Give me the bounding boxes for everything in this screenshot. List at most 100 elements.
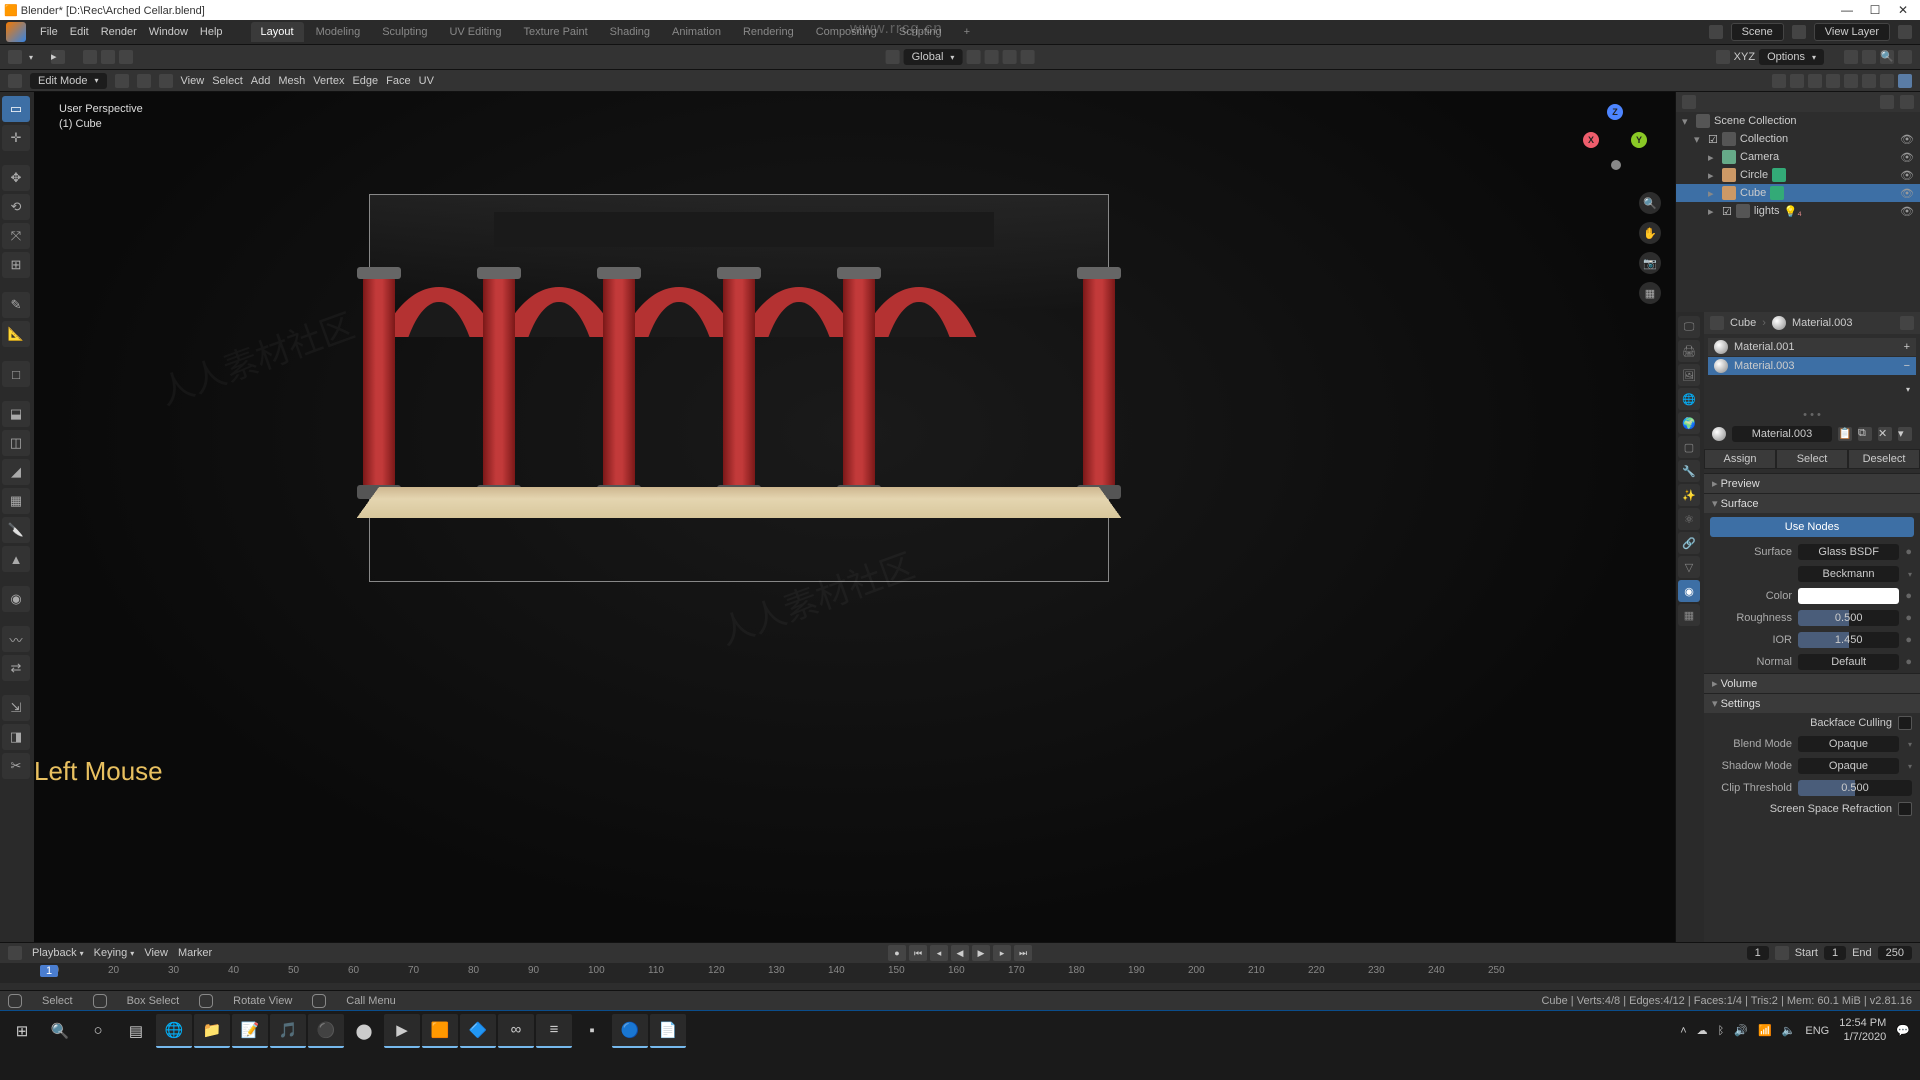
viewlayer-field[interactable]: View Layer (1814, 23, 1890, 41)
orientation-icon[interactable] (886, 50, 900, 64)
tray-net-icon[interactable]: 🔊 (1734, 1024, 1748, 1037)
surface-shader-dropdown[interactable]: Glass BSDF (1798, 544, 1899, 560)
shade-solid-icon[interactable] (1862, 74, 1876, 88)
close-button[interactable]: ✕ (1890, 1, 1916, 19)
select-box-tool[interactable]: ▭ (2, 96, 30, 122)
pan-nav-icon[interactable]: ✋ (1639, 222, 1661, 244)
tray-wifi-icon[interactable]: 📶 (1758, 1024, 1772, 1037)
editor-type-icon[interactable] (1844, 50, 1858, 64)
tab-layout[interactable]: Layout (251, 22, 304, 42)
shade-wire-icon[interactable] (1844, 74, 1858, 88)
distribution-dropdown[interactable]: Beckmann (1798, 566, 1899, 582)
tray-bt-icon[interactable]: ᛒ (1718, 1025, 1725, 1037)
mat-name-field[interactable]: Material.003 (1732, 426, 1832, 442)
camera-nav-icon[interactable]: 📷 (1639, 252, 1661, 274)
color-swatch[interactable] (1798, 588, 1899, 604)
loopcut-tool[interactable]: ▦ (2, 488, 30, 514)
mat-nodes-icon[interactable]: ▾ (1898, 427, 1912, 441)
shear-tool[interactable]: ◨ (2, 724, 30, 750)
filter-outliner-icon[interactable] (1898, 50, 1912, 64)
xray-icon[interactable] (1826, 74, 1840, 88)
vs-icon[interactable]: ∞ (498, 1014, 534, 1048)
section-preview[interactable]: Preview (1704, 473, 1920, 493)
header-uv[interactable]: UV (419, 75, 434, 87)
mat-new-icon[interactable]: 📋 (1838, 427, 1852, 441)
outliner-scene-collection[interactable]: ▾Scene Collection (1676, 112, 1920, 130)
play-rev-icon[interactable]: ◀ (951, 945, 969, 961)
outliner-type-icon[interactable] (1682, 95, 1696, 109)
proptab-mesh[interactable]: ▽ (1678, 556, 1700, 578)
blendmode-dropdown[interactable]: Opaque (1798, 736, 1899, 752)
3d-viewport[interactable]: User Perspective (1) Cube Left Mouse Z Y… (34, 92, 1675, 942)
current-frame-field[interactable]: 1 (1747, 946, 1769, 960)
media-icon[interactable]: 🎵 (270, 1014, 306, 1048)
tab-modeling[interactable]: Modeling (306, 22, 371, 42)
mat-browse-icon[interactable] (1712, 427, 1726, 441)
proptab-constraint[interactable]: 🔗 (1678, 532, 1700, 554)
mat-assign-button[interactable]: Assign (1704, 449, 1776, 469)
outliner-search-icon[interactable] (1880, 95, 1894, 109)
proptab-texture[interactable]: ▦ (1678, 604, 1700, 626)
header-mesh[interactable]: Mesh (278, 75, 305, 87)
tray-lang[interactable]: ENG (1805, 1025, 1829, 1037)
gizmo-vis-icon[interactable] (1790, 74, 1804, 88)
rip-tool[interactable]: ✂ (2, 753, 30, 779)
search-icon[interactable]: 🔍 (1880, 50, 1894, 64)
obs-icon[interactable]: ⚫ (308, 1014, 344, 1048)
outliner-filter-icon[interactable] (1900, 95, 1914, 109)
menu-edit[interactable]: Edit (70, 26, 89, 38)
sel-box3-icon[interactable] (119, 50, 133, 64)
move-tool[interactable]: ✥ (2, 165, 30, 191)
explorer-icon[interactable]: 📁 (194, 1014, 230, 1048)
tab-sculpting[interactable]: Sculpting (372, 22, 437, 42)
tool-dropdown[interactable] (26, 51, 33, 63)
tl-playback[interactable]: Playback (32, 947, 84, 959)
proptab-physics[interactable]: ⚛ (1678, 508, 1700, 530)
use-nodes-button[interactable]: Use Nodes (1710, 517, 1914, 537)
play-icon[interactable]: ▶ (972, 945, 990, 961)
add-cube-tool[interactable]: □ (2, 361, 30, 387)
jump-start-icon[interactable]: ⏮ (909, 945, 927, 961)
header-face[interactable]: Face (386, 75, 410, 87)
mode-icon[interactable] (8, 74, 22, 88)
edge-select-icon[interactable] (137, 74, 151, 88)
playhead[interactable]: 1 (40, 965, 58, 977)
bevel-tool[interactable]: ◢ (2, 459, 30, 485)
rotate-tool[interactable]: ⟲ (2, 194, 30, 220)
proptab-viewlayer[interactable]: 🖼 (1678, 364, 1700, 386)
outliner-camera[interactable]: ▸Camera👁 (1676, 148, 1920, 166)
scene-browse-icon[interactable] (1709, 25, 1723, 39)
tl-view[interactable]: View (144, 947, 168, 959)
polybuild-tool[interactable]: ▲ (2, 546, 30, 572)
menu-file[interactable]: File (40, 26, 58, 38)
proptab-particle[interactable]: ✨ (1678, 484, 1700, 506)
start-frame-field[interactable]: 1 (1824, 946, 1846, 960)
measure-tool[interactable]: 📐 (2, 321, 30, 347)
tl-keying[interactable]: Keying (94, 947, 135, 959)
pivot-icon[interactable] (966, 50, 980, 64)
snap-target-icon[interactable] (1002, 50, 1016, 64)
extrude-tool[interactable]: ⬓ (2, 401, 30, 427)
start-button[interactable]: ⊞ (4, 1014, 40, 1048)
shrink-tool[interactable]: ⇲ (2, 695, 30, 721)
cmd-icon[interactable]: ▪ (574, 1014, 610, 1048)
mode-dropdown[interactable]: Edit Mode (30, 73, 107, 89)
header-select[interactable]: Select (212, 75, 243, 87)
backface-checkbox[interactable] (1898, 716, 1912, 730)
vis-select-icon[interactable] (1772, 74, 1786, 88)
jump-end-icon[interactable]: ⏭ (1014, 945, 1032, 961)
snap-icon[interactable] (984, 50, 998, 64)
shade-render-icon[interactable] (1898, 74, 1912, 88)
pin-prop-icon[interactable] (1900, 316, 1914, 330)
annotate-tool[interactable]: ✎ (2, 292, 30, 318)
knife-tool[interactable]: 🔪 (2, 517, 30, 543)
options-dropdown[interactable]: Options (1759, 49, 1824, 65)
taskview-icon[interactable]: ▤ (118, 1014, 154, 1048)
tray-vol-icon[interactable]: 🔈 (1782, 1024, 1796, 1037)
proptab-modifier[interactable]: 🔧 (1678, 460, 1700, 482)
outliner-lights[interactable]: ▸☑lights💡₄👁 (1676, 202, 1920, 220)
outliner-circle[interactable]: ▸Circle👁 (1676, 166, 1920, 184)
section-volume[interactable]: Volume (1704, 673, 1920, 693)
tab-scripting[interactable]: Scripting (889, 22, 952, 42)
tab-compositing[interactable]: Compositing (806, 22, 887, 42)
